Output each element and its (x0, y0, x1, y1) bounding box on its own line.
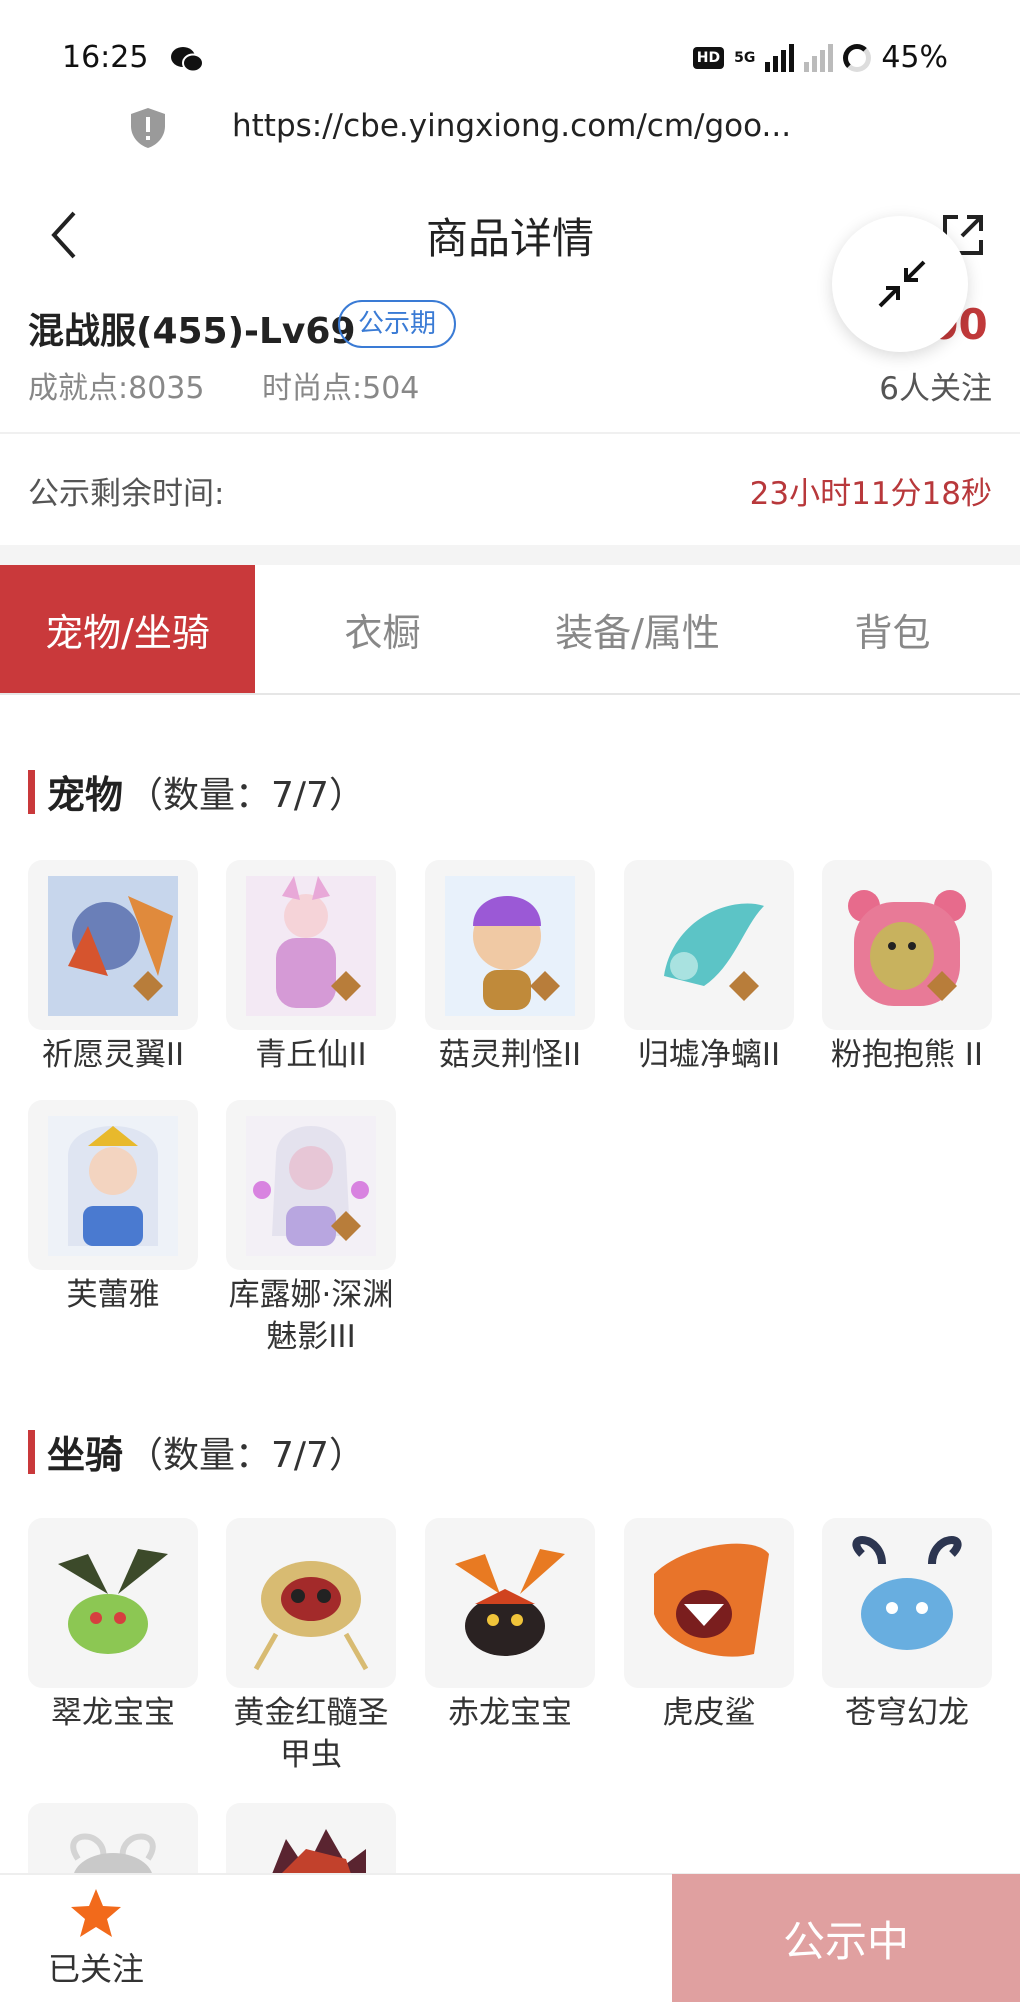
shield-warning-icon[interactable] (128, 106, 168, 150)
pets-section-title: 宠物 (47, 773, 124, 817)
item-title: 混战服(455)-Lv69 (28, 311, 356, 352)
pet-item[interactable]: 青丘仙II (226, 860, 396, 1076)
achievement-points: 成就点:8035 (28, 371, 205, 406)
publicity-status-button[interactable]: 公示中 (672, 1874, 1020, 2002)
star-icon[interactable] (68, 1886, 124, 1942)
mount-name: 翠龙宝宝 (51, 1695, 175, 1731)
mount-item[interactable]: 翠龙宝宝 (28, 1518, 198, 1734)
pet-thumbnail[interactable] (28, 860, 198, 1030)
countdown-label: 公示剩余时间: (28, 476, 225, 512)
pet-thumbnail[interactable] (624, 860, 794, 1030)
section-accent-bar (28, 1429, 35, 1474)
pet-name: 祈愿灵翼II (41, 1037, 185, 1073)
follow-button-label[interactable]: 已关注 (48, 1944, 144, 1990)
mount-thumbnail[interactable] (425, 1518, 595, 1688)
mount-thumbnail[interactable] (624, 1518, 794, 1688)
pet-name: 菇灵荆怪II (438, 1037, 582, 1073)
network-label: 5G (734, 49, 756, 66)
status-time: 16:25 (62, 40, 149, 75)
follow-count: 6人关注 (879, 371, 992, 407)
wechat-icon (171, 47, 204, 73)
tab-pets-mounts[interactable]: 宠物/坐骑 (0, 565, 255, 693)
pet-thumbnail[interactable] (226, 860, 396, 1030)
pet-item[interactable]: 祈愿灵翼II (28, 860, 198, 1076)
pet-item[interactable]: 归墟净螭II (624, 860, 794, 1076)
signal-icon (765, 43, 795, 72)
section-separator (0, 545, 1020, 565)
pet-name: 库露娜·深渊魅影III (228, 1277, 394, 1355)
hd-icon: HD (692, 46, 725, 69)
tab-equipment[interactable]: 装备/属性 (510, 565, 765, 693)
mounts-section-count: （数量：7/7） (127, 1434, 365, 1476)
pets-section-count: （数量：7/7） (127, 774, 365, 816)
section-accent-bar (28, 769, 35, 814)
mount-item[interactable]: 虎皮鲨 (624, 1518, 794, 1734)
divider (0, 432, 1020, 434)
signal-2-icon (804, 43, 834, 72)
status-badge: 公示期 (338, 300, 457, 348)
pet-item[interactable]: 库露娜·深渊魅影III (226, 1100, 396, 1358)
mounts-section-header: 坐骑 （数量：7/7） (28, 1424, 365, 1479)
url-text[interactable]: https://cbe.yingxiong.com/cm/goo... (232, 108, 791, 144)
pet-name: 粉抱抱熊 II (830, 1037, 984, 1073)
status-indicators: HD 5G 45% (692, 40, 948, 75)
mount-name: 黄金红髓圣甲虫 (233, 1695, 389, 1773)
mount-name: 苍穹幻龙 (845, 1695, 969, 1731)
tab-backpack[interactable]: 背包 (765, 565, 1020, 693)
pets-section-header: 宠物 （数量：7/7） (28, 764, 365, 819)
pet-thumbnail[interactable] (425, 860, 595, 1030)
pet-thumbnail[interactable] (822, 860, 992, 1030)
pet-thumbnail[interactable] (226, 1100, 396, 1270)
tab-bar: 宠物/坐骑 衣橱 装备/属性 背包 (0, 565, 1020, 695)
status-bar: 16:25 HD 5G 45% (0, 0, 1020, 110)
pet-item[interactable]: 粉抱抱熊 II (822, 860, 992, 1076)
pet-thumbnail[interactable] (28, 1100, 198, 1270)
tab-wardrobe[interactable]: 衣橱 (255, 565, 510, 693)
pet-name: 青丘仙II (255, 1037, 367, 1073)
mount-item[interactable]: 黄金红髓圣甲虫 (226, 1518, 396, 1776)
countdown-value: 23小时11分18秒 (749, 476, 992, 512)
mount-thumbnail[interactable] (226, 1518, 396, 1688)
pet-item[interactable]: 菇灵荆怪II (425, 860, 595, 1076)
mount-item[interactable]: 赤龙宝宝 (425, 1518, 595, 1734)
mount-item[interactable]: 苍穹幻龙 (822, 1518, 992, 1734)
mount-name: 赤龙宝宝 (448, 1695, 572, 1731)
collapse-icon[interactable] (874, 256, 930, 312)
pet-name: 芙蕾雅 (66, 1277, 160, 1313)
battery-level: 45% (881, 40, 948, 75)
mount-thumbnail[interactable] (822, 1518, 992, 1688)
battery-icon (843, 43, 872, 72)
mount-thumbnail[interactable] (28, 1518, 198, 1688)
fashion-points: 时尚点:504 (262, 371, 420, 406)
pet-name: 归墟净螭II (637, 1037, 781, 1073)
mounts-section-title: 坐骑 (47, 1433, 124, 1477)
mount-name: 虎皮鲨 (662, 1695, 756, 1731)
pet-item[interactable]: 芙蕾雅 (28, 1100, 198, 1316)
